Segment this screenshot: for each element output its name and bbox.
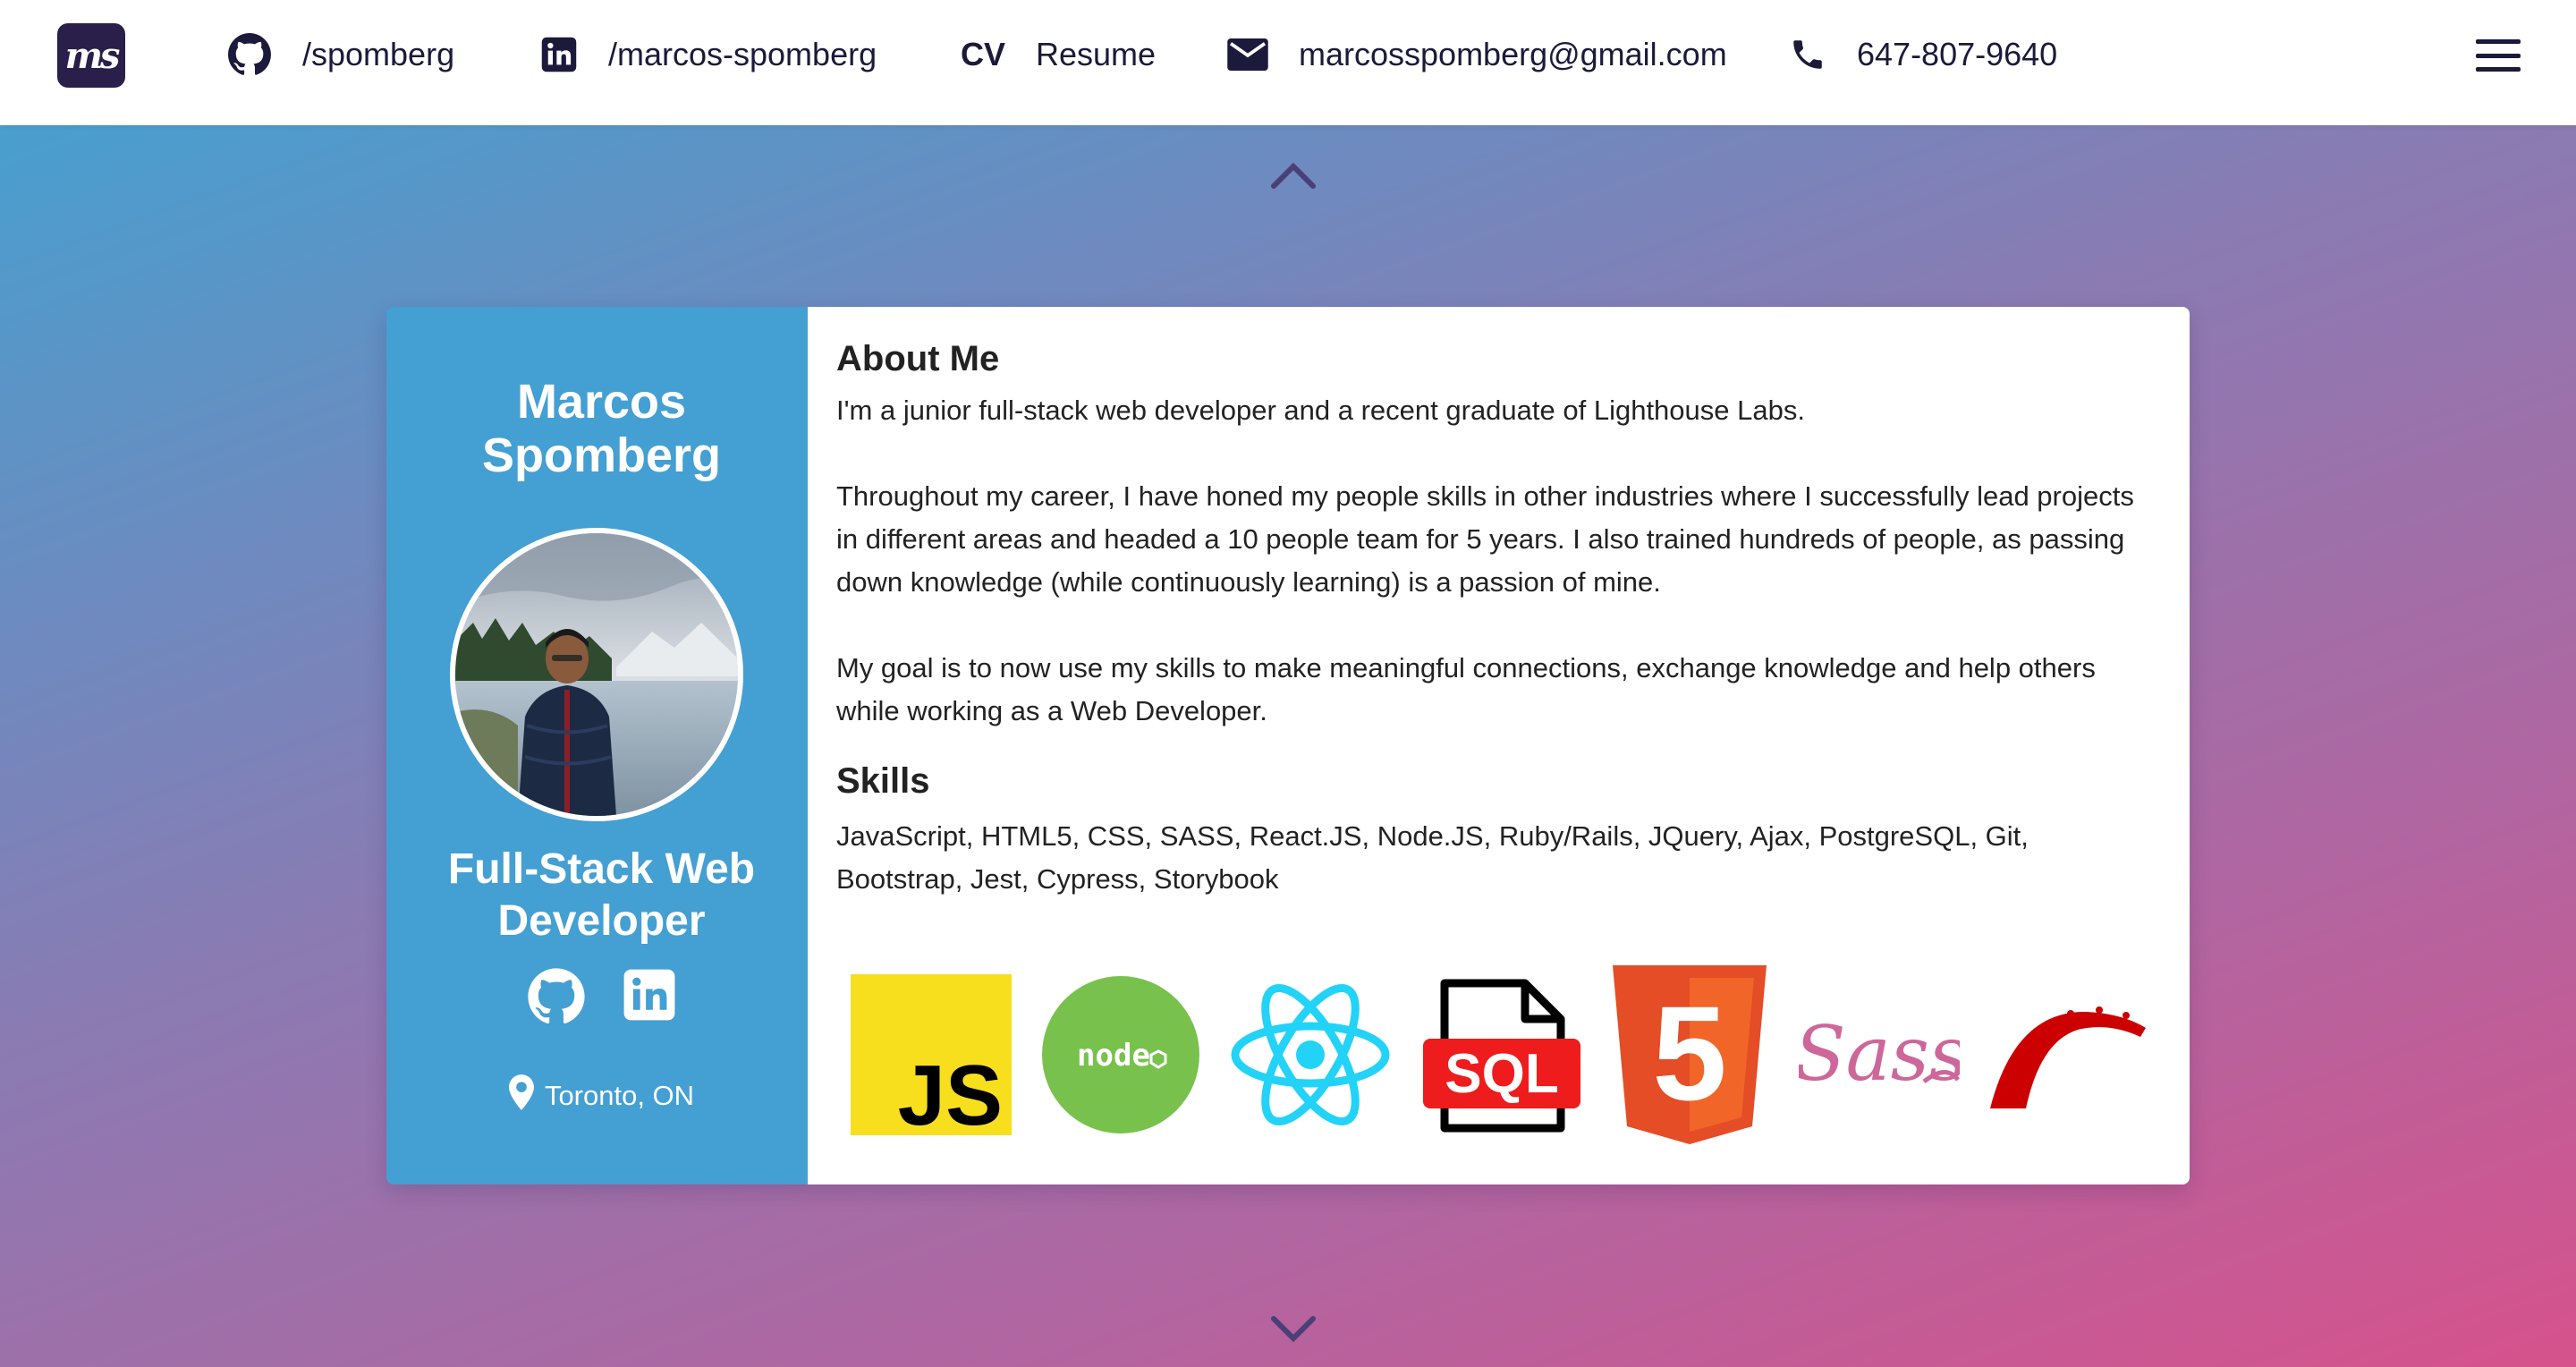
javascript-logo-icon: JS [851, 974, 1012, 1135]
social-links [386, 967, 808, 1031]
html5-logo-text: 5 [1652, 978, 1726, 1128]
profile-card: Marcos Spomberg Full-Stack Web Developer… [386, 307, 2190, 1184]
html5-logo-icon: 5 [1609, 965, 1770, 1144]
about-paragraph: I'm a junior full-stack web developer an… [836, 395, 1805, 426]
sql-logo-text: SQL [1445, 1043, 1558, 1105]
profile-content: About Me I'm a junior full-stack web dev… [808, 307, 2190, 1184]
github-icon [227, 32, 272, 77]
avatar [450, 528, 743, 821]
tech-logos: JS node SQL 5 Sass [851, 965, 2149, 1144]
skills-list: JavaScript, HTML5, CSS, SASS, React.JS, … [836, 820, 2029, 895]
linkedin-icon [540, 36, 578, 73]
github-icon[interactable] [527, 967, 586, 1031]
about-paragraph: Throughout my career, I have honed my pe… [836, 480, 2134, 598]
envelope-icon [1227, 38, 1268, 71]
linkedin-icon[interactable] [622, 967, 677, 1031]
resume-link-label: Resume [1036, 36, 1157, 72]
profile-sidebar: Marcos Spomberg Full-Stack Web Developer… [386, 307, 808, 1184]
sass-logo-text: Sass [1799, 1010, 1960, 1098]
react-logo-icon [1230, 974, 1391, 1135]
phone-link[interactable]: 647-807-9640 [1789, 0, 2057, 109]
email-link[interactable]: marcosspomberg@gmail.com [1227, 0, 1727, 109]
chevron-up-icon[interactable] [1268, 159, 1318, 191]
javascript-logo-text: JS [898, 1048, 1003, 1135]
github-link-label: /spomberg [302, 36, 455, 72]
about-heading: About Me [836, 339, 1000, 378]
nodejs-logo-text: node [1077, 1038, 1150, 1074]
resume-link[interactable]: CV Resume [961, 0, 1156, 109]
nodejs-logo-icon: node [1040, 974, 1201, 1135]
top-navbar: ms /spomberg /marcos-spomberg CV Resume … [0, 0, 2576, 125]
chevron-down-icon[interactable] [1268, 1313, 1318, 1346]
site-logo[interactable]: ms [57, 23, 125, 88]
about-paragraph: My goal is to now use my skills to make … [836, 652, 2096, 726]
sql-file-icon: SQL [1419, 974, 1580, 1135]
sass-logo-icon: Sass [1799, 974, 1960, 1135]
about-text: I'm a junior full-stack web developer an… [836, 389, 2161, 733]
phone-icon [1789, 36, 1826, 73]
location: Toronto, ON [386, 1074, 808, 1117]
profile-title: Full-Stack Web Developer [447, 845, 756, 945]
rails-logo-icon [1988, 974, 2149, 1135]
location-label: Toronto, ON [544, 1080, 695, 1111]
cv-icon: CV [961, 36, 1006, 72]
logo-text: ms [64, 34, 121, 77]
linkedin-link-label: /marcos-spomberg [608, 36, 877, 72]
hamburger-menu-icon[interactable] [2476, 39, 2521, 72]
profile-name: Marcos Spomberg [481, 375, 722, 482]
email-link-label: marcosspomberg@gmail.com [1299, 36, 1727, 72]
map-pin-icon [508, 1074, 534, 1117]
linkedin-link[interactable]: /marcos-spomberg [540, 0, 877, 109]
skills-heading: Skills [836, 761, 930, 801]
github-link[interactable]: /spomberg [227, 0, 454, 109]
phone-link-label: 647-807-9640 [1857, 36, 2058, 72]
